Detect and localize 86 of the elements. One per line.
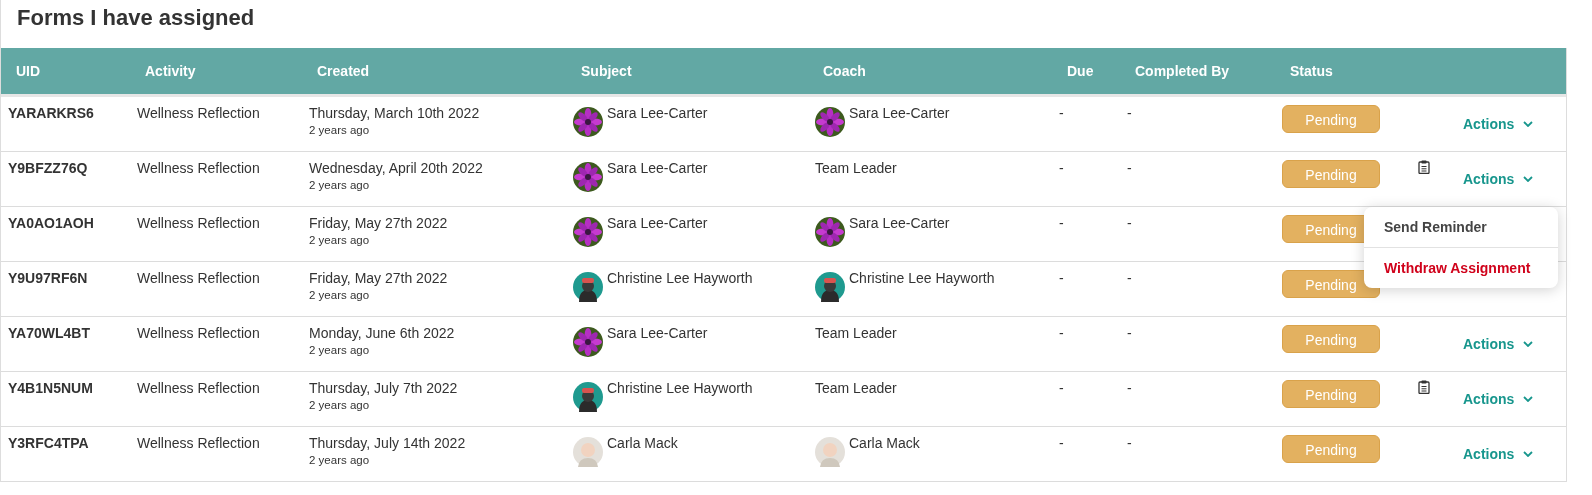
completed-by-value: -	[1127, 380, 1132, 396]
relative-time: 2 years ago	[309, 124, 371, 136]
uid-text: Y9U97RF6N	[8, 270, 88, 286]
completed-by-value: -	[1127, 325, 1132, 341]
activity-text: Wellness Reflection	[137, 380, 260, 396]
activity-text: Wellness Reflection	[137, 105, 260, 121]
column-header: Status	[1290, 63, 1333, 79]
status-badge: Pending	[1282, 325, 1380, 353]
clipboard-icon[interactable]	[1418, 380, 1430, 394]
completed-by-value: -	[1127, 435, 1132, 451]
due-value: -	[1059, 105, 1064, 121]
person-name: Team Leader	[815, 325, 897, 341]
person-name: Carla Mack	[607, 435, 678, 451]
uid-text: YA70WL4BT	[8, 325, 90, 341]
person-name: Sara Lee-Carter	[849, 215, 950, 231]
chevron-down-icon	[1523, 451, 1534, 457]
person-name: Christine Lee Hayworth	[607, 380, 753, 396]
person-name: Sara Lee-Carter	[849, 105, 950, 121]
created-date: Friday, May 27th 2022	[309, 215, 449, 231]
uid-text: YA0AO1AOH	[8, 215, 94, 231]
uid-text: Y4B1N5NUM	[8, 380, 93, 396]
completed-by-value: -	[1127, 270, 1132, 286]
activity-text: Wellness Reflection	[137, 325, 260, 341]
created-date: Wednesday, April 20th 2022	[309, 160, 484, 176]
avatar-icon	[815, 272, 845, 302]
person-name: Team Leader	[815, 160, 897, 176]
relative-time: 2 years ago	[309, 179, 371, 191]
actions-dropdown[interactable]: Actions	[1463, 336, 1534, 352]
column-header: Completed By	[1135, 63, 1230, 79]
due-value: -	[1059, 325, 1064, 341]
relative-time: 2 years ago	[309, 344, 371, 356]
uid-text: Y3RFC4TPA	[8, 435, 89, 451]
due-value: -	[1059, 380, 1064, 396]
status-badge: Pending	[1282, 160, 1380, 188]
column-header: Subject	[581, 63, 632, 79]
person-name: Sara Lee-Carter	[607, 215, 708, 231]
actions-dropdown[interactable]: Actions	[1463, 116, 1534, 132]
created-date: Thursday, March 10th 2022	[309, 105, 481, 121]
relative-time: 2 years ago	[309, 234, 371, 246]
uid-text: YARARKRS6	[8, 105, 94, 121]
created-date: Friday, May 27th 2022	[309, 270, 449, 286]
due-value: -	[1059, 270, 1064, 286]
completed-by-value: -	[1127, 105, 1132, 121]
chevron-down-icon	[1523, 176, 1534, 182]
created-date: Thursday, July 14th 2022	[309, 435, 467, 451]
actions-dropdown[interactable]: Actions	[1463, 171, 1534, 187]
person-name: Team Leader	[815, 380, 897, 396]
person-name: Christine Lee Hayworth	[849, 270, 995, 286]
created-date: Thursday, July 7th 2022	[309, 380, 459, 396]
due-value: -	[1059, 215, 1064, 231]
status-badge: Pending	[1282, 435, 1380, 463]
activity-text: Wellness Reflection	[137, 215, 260, 231]
chevron-down-icon	[1523, 396, 1534, 402]
avatar-icon	[573, 272, 603, 302]
chevron-down-icon	[1523, 121, 1534, 127]
due-value: -	[1059, 160, 1064, 176]
activity-text: Wellness Reflection	[137, 160, 260, 176]
uid-text: Y9BFZZ76Q	[8, 160, 88, 176]
relative-time: 2 years ago	[309, 289, 371, 301]
relative-time: 2 years ago	[309, 454, 371, 466]
person-name: Sara Lee-Carter	[607, 105, 708, 121]
column-header: Coach	[823, 63, 866, 79]
column-header: Created	[317, 63, 370, 79]
created-date: Monday, June 6th 2022	[309, 325, 456, 341]
clipboard-icon[interactable]	[1418, 160, 1430, 174]
chevron-down-icon	[1523, 341, 1534, 347]
column-header: Activity	[145, 63, 196, 79]
avatar-icon	[815, 437, 845, 467]
person-name: Sara Lee-Carter	[607, 160, 708, 176]
person-name: Sara Lee-Carter	[607, 325, 708, 341]
completed-by-value: -	[1127, 160, 1132, 176]
relative-time: 2 years ago	[309, 399, 371, 411]
avatar-icon	[573, 382, 603, 412]
status-badge: Pending	[1282, 105, 1380, 133]
activity-text: Wellness Reflection	[137, 270, 260, 286]
column-header: Due	[1067, 63, 1094, 79]
due-value: -	[1059, 435, 1064, 451]
actions-dropdown[interactable]: Actions	[1463, 391, 1534, 407]
activity-text: Wellness Reflection	[137, 435, 260, 451]
avatar-icon	[573, 437, 603, 467]
person-name: Christine Lee Hayworth	[607, 270, 753, 286]
column-header: UID	[16, 63, 41, 79]
actions-dropdown[interactable]: Actions	[1463, 446, 1534, 462]
status-badge: Pending	[1282, 380, 1380, 408]
completed-by-value: -	[1127, 215, 1132, 231]
person-name: Carla Mack	[849, 435, 920, 451]
